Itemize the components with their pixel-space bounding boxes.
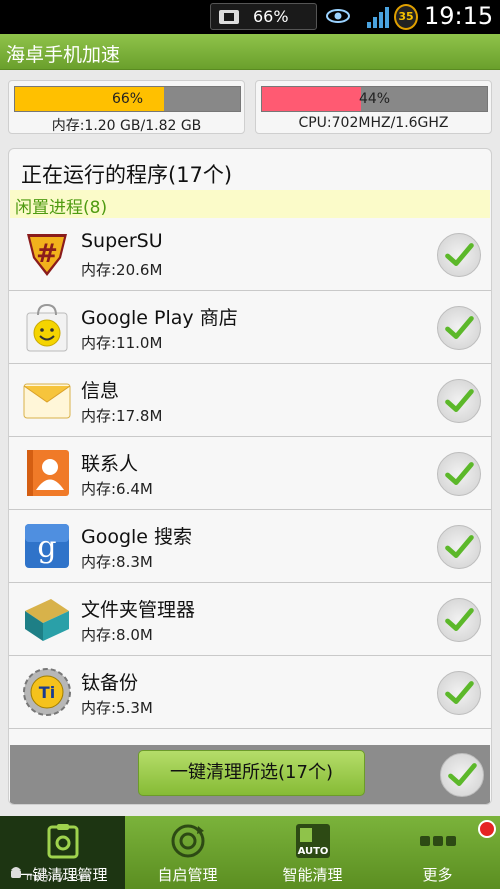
- watermark: mdmayi.com: [8, 862, 91, 886]
- svg-text:#: #: [36, 239, 58, 269]
- checkbox-checked-icon[interactable]: [437, 233, 481, 277]
- clean-manage-icon: [47, 824, 79, 859]
- eye-icon: [326, 9, 350, 23]
- more-icon: [420, 836, 456, 846]
- app-name: 文件夹管理器: [81, 599, 196, 621]
- clean-selected-button[interactable]: 一键清理所选(17个): [138, 750, 365, 796]
- battery-icon: 35: [394, 4, 418, 30]
- app-name: 钛备份: [81, 672, 139, 694]
- list-item[interactable]: Google Play 商店 内存:11.0M: [9, 291, 491, 364]
- app-memory: 内存:11.0M: [81, 334, 163, 352]
- list-item[interactable]: 联系人 内存:6.4M: [9, 437, 491, 510]
- tab-autostart[interactable]: 自启管理: [125, 816, 250, 889]
- checkbox-checked-icon[interactable]: [437, 671, 481, 715]
- svg-text:Ti: Ti: [39, 683, 55, 702]
- chip-icon: [219, 10, 239, 24]
- list-item[interactable]: g Google 搜索 内存:8.3M: [9, 510, 491, 583]
- watermark-text: mdmayi.com: [26, 872, 92, 883]
- checkbox-checked-icon[interactable]: [437, 379, 481, 423]
- process-panel: 正在运行的程序(17个) 闲置进程(8) # SuperSU 内存:20.6M: [8, 148, 492, 805]
- app-name: Google Play 商店: [81, 307, 238, 329]
- clean-action-bar: 一键清理所选(17个): [10, 745, 490, 804]
- app-title: 海卓手机加速: [6, 44, 121, 66]
- process-list: # SuperSU 内存:20.6M Google Play 商店 内存:11.…: [9, 218, 491, 729]
- titanium-backup-icon: Ti: [23, 668, 71, 716]
- status-cpu-percent: 66%: [253, 7, 289, 26]
- app-name: SuperSU: [81, 230, 163, 252]
- checkbox-checked-icon[interactable]: [437, 306, 481, 350]
- running-programs-heading: 正在运行的程序(17个): [21, 163, 233, 187]
- google-play-store-icon: [26, 303, 68, 352]
- idle-process-header[interactable]: 闲置进程(8): [10, 190, 490, 218]
- status-bar: 66% 35 19:15: [0, 0, 500, 34]
- tab-label: 自启管理: [157, 866, 218, 884]
- memory-bar: 66%: [14, 86, 241, 112]
- svg-text:g: g: [37, 530, 56, 565]
- list-item[interactable]: 信息 内存:17.8M: [9, 364, 491, 437]
- app-memory: 内存:6.4M: [81, 480, 153, 498]
- tab-label: 更多: [422, 866, 453, 884]
- memory-percent: 66%: [111, 91, 144, 107]
- title-bar: 海卓手机加速: [0, 34, 500, 70]
- list-item[interactable]: 文件夹管理器 内存:8.0M: [9, 583, 491, 656]
- auto-clean-icon: AUTO: [296, 824, 330, 858]
- contacts-icon: [27, 450, 69, 496]
- file-manager-icon: [25, 599, 69, 641]
- app-name: Google 搜索: [81, 526, 193, 548]
- memory-usage-panel: 66% 内存:1.20 GB/1.82 GB: [8, 80, 245, 134]
- app-memory: 内存:20.6M: [81, 261, 163, 279]
- tab-smart-clean[interactable]: AUTO 智能清理: [250, 816, 375, 889]
- app-memory: 内存:8.0M: [81, 626, 153, 644]
- checkbox-checked-icon[interactable]: [437, 598, 481, 642]
- checkbox-checked-icon[interactable]: [437, 452, 481, 496]
- tab-label: 智能清理: [282, 866, 343, 884]
- checkbox-checked-icon[interactable]: [437, 525, 481, 569]
- cpu-bar: 44%: [261, 86, 488, 112]
- cpu-caption: CPU:702MHZ/1.6GHZ: [298, 115, 449, 131]
- supersu-icon: #: [27, 234, 67, 276]
- app-name: 联系人: [81, 453, 139, 475]
- app-memory: 内存:8.3M: [81, 553, 153, 571]
- select-all-checkbox-icon[interactable]: [440, 753, 484, 797]
- app-memory: 内存:5.3M: [81, 699, 153, 717]
- app-name: 信息: [81, 380, 120, 402]
- cpu-indicator: 66%: [210, 3, 317, 30]
- status-time: 19:15: [424, 2, 494, 30]
- google-search-icon: g: [25, 524, 69, 568]
- list-item[interactable]: Ti 钛备份 内存:5.3M: [9, 656, 491, 729]
- notification-dot: [478, 820, 496, 838]
- memory-caption: 内存:1.20 GB/1.82 GB: [51, 118, 202, 134]
- autostart-icon: [171, 824, 205, 858]
- cpu-usage-panel: 44% CPU:702MHZ/1.6GHZ: [255, 80, 492, 134]
- list-item[interactable]: # SuperSU 内存:20.6M: [9, 218, 491, 291]
- cpu-percent: 44%: [358, 91, 391, 107]
- signal-icon: [367, 7, 389, 28]
- app-memory: 内存:17.8M: [81, 407, 163, 425]
- idle-process-label: 闲置进程(8): [15, 198, 108, 218]
- auto-badge-text: AUTO: [298, 846, 329, 857]
- messages-icon: [23, 383, 71, 419]
- android-icon: [11, 867, 21, 878]
